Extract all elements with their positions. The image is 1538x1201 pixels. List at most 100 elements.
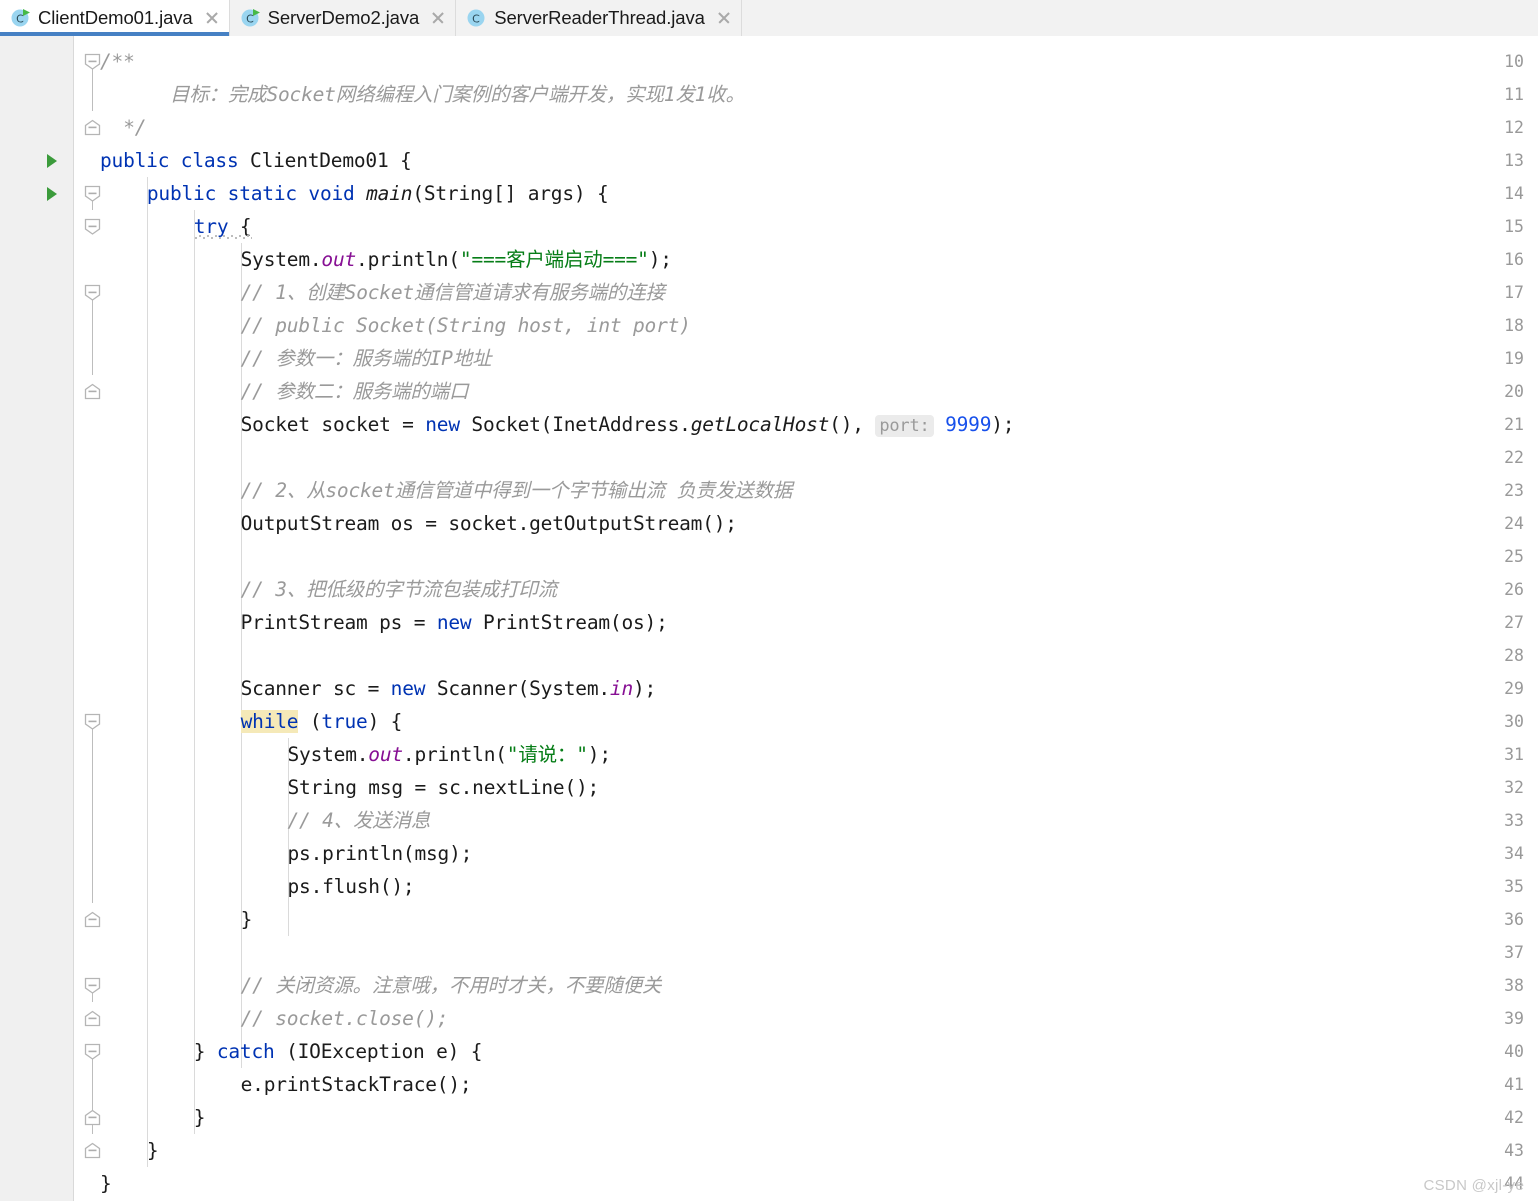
code-line[interactable]: }	[194, 1101, 206, 1134]
code-line[interactable]: ps.println(msg);	[288, 837, 473, 870]
fold-collapse-icon[interactable]	[84, 1043, 101, 1060]
line-number: 15	[1504, 217, 1524, 236]
code-line[interactable]: 目标：完成Socket网络编程入门案例的客户端开发，实现1发1收。	[147, 78, 745, 111]
code-line[interactable]: }	[241, 903, 253, 936]
tab-label: ServerDemo2.java	[267, 7, 420, 28]
svg-text:C: C	[246, 13, 254, 26]
code-line[interactable]: String msg = sc.nextLine();	[288, 771, 600, 804]
java-runnable-class-icon: C	[10, 7, 32, 29]
tab-serverreaderthread[interactable]: C ServerReaderThread.java	[456, 0, 742, 36]
close-icon[interactable]	[716, 10, 732, 26]
fold-connector-line	[91, 721, 94, 903]
line-number: 25	[1504, 547, 1524, 566]
line-number: 12	[1504, 118, 1524, 137]
line-number: 30	[1504, 712, 1524, 731]
code-line[interactable]: // 参数一：服务端的IP地址	[241, 342, 492, 375]
line-number-gutter[interactable]	[0, 36, 74, 1201]
inspection-squiggle	[193, 235, 253, 239]
tab-label: ClientDemo01.java	[38, 7, 193, 28]
code-line[interactable]: // 3、把低级的字节流包装成打印流	[241, 573, 558, 606]
line-number: 21	[1504, 415, 1524, 434]
line-number: 41	[1504, 1075, 1524, 1094]
line-number: 24	[1504, 514, 1524, 533]
code-line[interactable]: PrintStream ps = new PrintStream(os);	[241, 606, 668, 639]
code-line[interactable]: ps.flush();	[288, 870, 415, 903]
fold-collapse-icon[interactable]	[84, 185, 101, 202]
run-arrow-icon[interactable]	[47, 154, 57, 168]
fold-collapse-icon[interactable]	[84, 284, 101, 301]
code-line[interactable]: e.printStackTrace();	[241, 1068, 472, 1101]
line-number: 38	[1504, 976, 1524, 995]
svg-text:C: C	[472, 13, 480, 26]
code-line[interactable]: */	[112, 111, 146, 144]
line-number: 26	[1504, 580, 1524, 599]
code-line[interactable]: /**	[100, 45, 135, 78]
line-number: 37	[1504, 943, 1524, 962]
code-line[interactable]: }	[147, 1134, 159, 1167]
svg-text:C: C	[16, 13, 24, 26]
line-number: 31	[1504, 745, 1524, 764]
code-line[interactable]: // socket.close();	[241, 1002, 449, 1035]
line-number: 42	[1504, 1108, 1524, 1127]
fold-end-icon[interactable]	[84, 1109, 101, 1126]
code-line[interactable]: OutputStream os = socket.getOutputStream…	[241, 507, 737, 540]
line-number: 39	[1504, 1009, 1524, 1028]
fold-end-icon[interactable]	[84, 383, 101, 400]
fold-end-icon[interactable]	[84, 1142, 101, 1159]
code-line[interactable]: Scanner sc = new Scanner(System.in);	[241, 672, 657, 705]
line-number: 34	[1504, 844, 1524, 863]
line-number: 14	[1504, 184, 1524, 203]
code-line[interactable]: System.out.println("请说：");	[288, 738, 612, 771]
line-number: 29	[1504, 679, 1524, 698]
line-number: 28	[1504, 646, 1524, 665]
java-class-icon: C	[466, 7, 488, 29]
watermark: CSDN @xjl-ye	[1423, 1177, 1524, 1194]
code-line[interactable]: while (true) {	[240, 705, 402, 738]
line-number: 17	[1504, 283, 1524, 302]
code-line[interactable]: } catch (IOException e) {	[194, 1035, 483, 1068]
fold-end-icon[interactable]	[84, 911, 101, 928]
java-runnable-class-icon: C	[240, 7, 262, 29]
line-number: 33	[1504, 811, 1524, 830]
line-number: 36	[1504, 910, 1524, 929]
code-line[interactable]: // 1、创建Socket通信管道请求有服务端的连接	[241, 276, 665, 309]
line-number: 27	[1504, 613, 1524, 632]
tab-label: ServerReaderThread.java	[494, 7, 705, 28]
line-number: 43	[1504, 1141, 1524, 1160]
line-number: 19	[1504, 349, 1524, 368]
line-number: 11	[1504, 85, 1524, 104]
indent-guide	[193, 210, 195, 1134]
run-arrow-icon[interactable]	[47, 187, 57, 201]
line-number: 23	[1504, 481, 1524, 500]
line-number: 35	[1504, 877, 1524, 896]
line-number: 18	[1504, 316, 1524, 335]
tab-serverdemo2[interactable]: C ServerDemo2.java	[229, 0, 457, 36]
close-icon[interactable]	[204, 10, 220, 26]
line-number: 32	[1504, 778, 1524, 797]
fold-collapse-icon[interactable]	[84, 218, 101, 235]
fold-collapse-icon[interactable]	[84, 53, 101, 70]
fold-end-icon[interactable]	[84, 119, 101, 136]
code-line[interactable]: // 参数二：服务端的端口	[241, 375, 469, 408]
line-number: 40	[1504, 1042, 1524, 1061]
close-icon[interactable]	[430, 10, 446, 26]
code-line[interactable]: public class ClientDemo01 {	[100, 144, 412, 177]
line-number: 22	[1504, 448, 1524, 467]
code-line[interactable]: Socket socket = new Socket(InetAddress.g…	[241, 408, 1015, 441]
code-editor[interactable]: 10 11 12 13 14 15 16 17 18 19 20 21 22 23 24 25 26 27 28 29…	[0, 36, 1538, 1201]
code-line[interactable]: // 关闭资源。注意哦，不用时才关，不要随便关	[241, 969, 662, 1002]
code-line[interactable]: // 2、从socket通信管道中得到一个字节输出流 负责发送数据	[241, 474, 793, 507]
code-line[interactable]: // 4、发送消息	[288, 804, 431, 837]
tab-clientdemo01[interactable]: C ClientDemo01.java	[0, 0, 230, 36]
code-line[interactable]: public static void main(String[] args) {	[147, 177, 609, 210]
code-line[interactable]: }	[100, 1167, 112, 1200]
fold-collapse-icon[interactable]	[84, 977, 101, 994]
code-line[interactable]: System.out.println("===客户端启动===");	[241, 243, 672, 276]
line-number: 20	[1504, 382, 1524, 401]
fold-connector-line	[91, 292, 94, 375]
line-number: 16	[1504, 250, 1524, 269]
fold-end-icon[interactable]	[84, 1010, 101, 1027]
line-number: 10	[1504, 52, 1524, 71]
code-line[interactable]: // public Socket(String host, int port)	[241, 309, 691, 342]
fold-collapse-icon[interactable]	[84, 713, 101, 730]
